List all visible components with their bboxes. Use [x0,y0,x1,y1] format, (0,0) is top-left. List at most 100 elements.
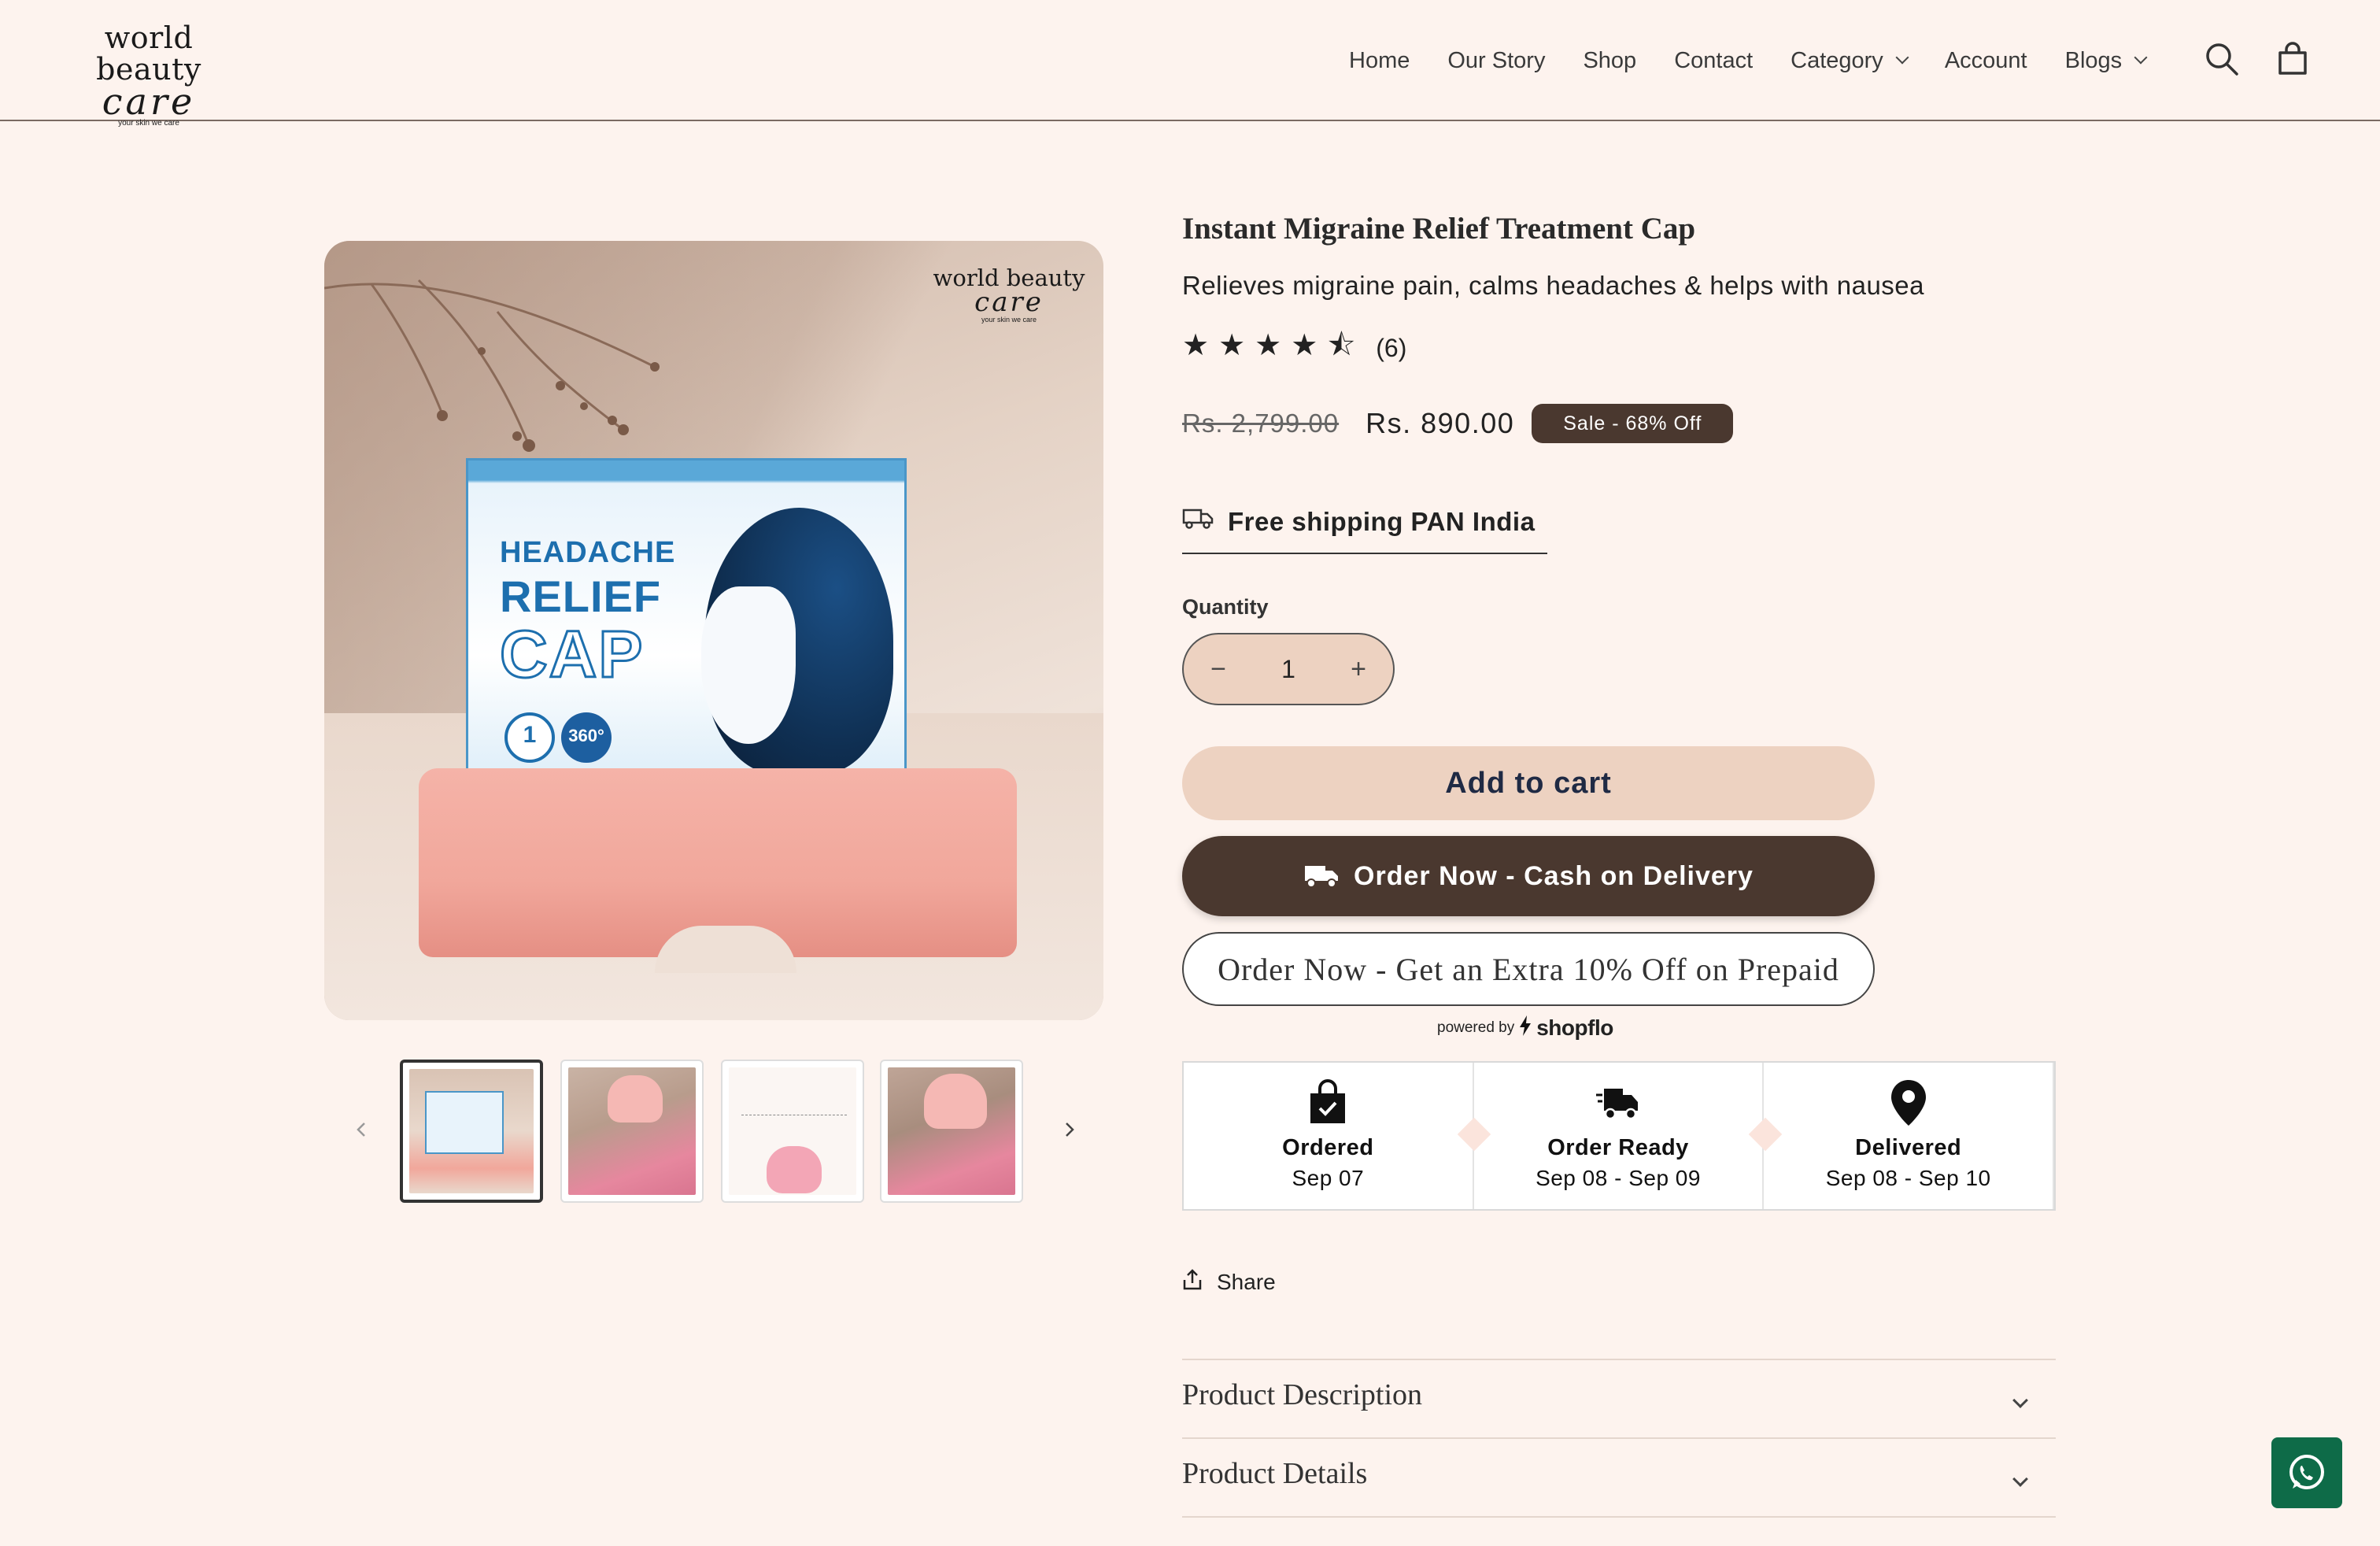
thumbnail-2[interactable] [560,1060,704,1203]
bolt-icon [1519,1015,1532,1041]
original-price: Rs. 2,799.00 [1182,409,1340,438]
thumbnail-4-image [888,1067,1015,1195]
chevron-down-icon [1895,50,1909,65]
whatsapp-chat-button[interactable] [2271,1437,2342,1508]
nav-our-story[interactable]: Our Story [1447,48,1545,74]
powered-by-shopflo: powered by shopflo [1437,1015,1613,1041]
image-brand-logo: world beauty care your skin we care [930,266,1088,324]
nav-category[interactable]: Category [1791,47,1909,74]
share-icon [1182,1269,1203,1295]
thumbnail-3[interactable] [721,1060,864,1203]
nav-shop[interactable]: Shop [1583,48,1636,74]
share-button[interactable]: Share [1182,1269,1276,1295]
box-badge-pack: 1 [504,712,555,763]
thumb-box-shape [425,1091,504,1154]
accordion-product-description[interactable]: Product Description [1182,1359,2056,1437]
rating-stars-icon: ★★★★⯪ [1182,329,1366,362]
box-text-cap: CAP [498,616,645,693]
product-subtitle: Relieves migraine pain, calms headaches … [1182,271,1925,300]
share-label: Share [1217,1269,1276,1294]
tracker-delivered-date: Sep 08 - Sep 10 [1825,1166,1991,1190]
add-to-cart-button[interactable]: Add to cart [1182,746,1875,820]
nav-our-story-label: Our Story [1447,47,1546,73]
nav-home-label: Home [1349,47,1410,73]
chevron-down-icon [2012,1393,2028,1408]
quantity-input[interactable] [1247,634,1330,704]
nav-contact[interactable]: Contact [1674,48,1753,74]
thumbnail-3-image [729,1067,856,1195]
sale-badge: Sale - 68% Off [1532,404,1734,443]
logo-line2: care [102,80,196,123]
thumbnail-4[interactable] [880,1060,1023,1203]
nav-blogs-label: Blogs [2064,47,2123,73]
delivery-tracker: Ordered Sep 07 Order Ready Sep 08 - Sep … [1182,1061,2056,1211]
truck-icon [1182,507,1214,534]
tracker-step-ordered: Ordered Sep 07 [1184,1063,1474,1209]
box-text-relief: RELIEF [500,571,662,621]
gallery-prev-arrow[interactable] [349,1114,373,1145]
search-icon[interactable] [2202,39,2241,79]
tracker-ordered-date: Sep 07 [1292,1166,1365,1190]
thumbnail-1-image [409,1069,534,1193]
location-pin-icon [1764,1078,2053,1127]
nav-home[interactable]: Home [1349,48,1410,74]
product-title: Instant Migraine Relief Treatment Cap [1182,212,1696,246]
image-logo-line2: care [974,287,1044,318]
nav-blogs[interactable]: Blogs [2064,47,2148,74]
delivery-truck-icon [1305,866,1339,888]
accordion-next[interactable] [1182,1516,2056,1546]
thumbnail-2-image [568,1067,696,1195]
order-cod-button[interactable]: Order Now - Cash on Delivery [1182,836,1875,916]
thumb-cap-worn-shape [924,1074,987,1129]
product-main-image[interactable]: world beauty care your skin we care HEAD… [324,241,1103,1020]
price-row: Rs. 2,799.00 Rs. 890.00 Sale - 68% Off [1182,403,1734,444]
box-badge-360: 360° [561,712,612,763]
order-prepaid-button[interactable]: Order Now - Get an Extra 10% Off on Prep… [1182,932,1875,1006]
delivery-truck-icon [1474,1078,1763,1127]
tracker-order-ready-label: Order Ready [1547,1135,1689,1160]
order-cod-label: Order Now - Cash on Delivery [1354,860,1754,891]
face-skin-illustration [701,586,796,744]
nav-category-label: Category [1791,47,1883,73]
powered-by-text: powered by [1437,1019,1515,1036]
tracker-ordered-label: Ordered [1282,1135,1374,1160]
accordion-product-description-label: Product Description [1182,1378,1423,1411]
tracker-step-delivered: Delivered Sep 08 - Sep 10 [1764,1063,2055,1209]
free-shipping-text: Free shipping PAN India [1228,507,1536,536]
nav-account-label: Account [1944,47,2027,73]
gallery-next-arrow[interactable] [1058,1114,1081,1145]
quantity-increase-button[interactable]: + [1327,634,1390,704]
site-logo[interactable]: world beauty care your skin we care [58,20,239,128]
whatsapp-icon [2289,1455,2324,1489]
accordion-product-details[interactable]: Product Details [1182,1437,2056,1516]
logo-tagline: your skin we care [118,119,179,128]
quantity-stepper: − + [1182,633,1395,705]
tracker-delivered-label: Delivered [1855,1135,1962,1160]
nav-shop-label: Shop [1583,47,1637,73]
accordion-product-details-label: Product Details [1182,1457,1368,1490]
product-box: HEADACHE RELIEF CAP 1 360° [466,458,907,789]
review-count: (6) [1376,334,1407,362]
pink-cap-product [419,768,1017,973]
main-nav: Home Our Story Shop Contact Category Acc… [1349,41,2183,80]
quantity-decrease-button[interactable]: − [1187,634,1250,704]
logo-line1: world beauty [96,20,201,87]
shopping-bag-check-icon [1184,1078,1473,1127]
cart-icon[interactable] [2273,39,2312,79]
chevron-down-icon [2012,1471,2028,1487]
nav-account[interactable]: Account [1945,48,2027,74]
site-header: world beauty care your skin we care Home… [0,0,2380,128]
tracker-step-order-ready: Order Ready Sep 08 - Sep 09 [1474,1063,1765,1209]
thumb-gel-cap-shape [767,1146,822,1193]
box-text-headache: HEADACHE [500,536,676,569]
shopflo-brand: shopflo [1536,1015,1613,1040]
nav-contact-label: Contact [1674,47,1754,73]
sale-price: Rs. 890.00 [1366,407,1515,439]
thumb-cap-shape [608,1075,663,1123]
product-rating[interactable]: ★★★★⯪ (6) [1182,323,1406,374]
free-shipping-banner: Free shipping PAN India [1182,501,1547,554]
quantity-label: Quantity [1182,595,1269,619]
cap-nose-notch [655,926,796,973]
thumbnail-1[interactable] [400,1060,543,1203]
dried-flowers-decoration [324,279,660,452]
